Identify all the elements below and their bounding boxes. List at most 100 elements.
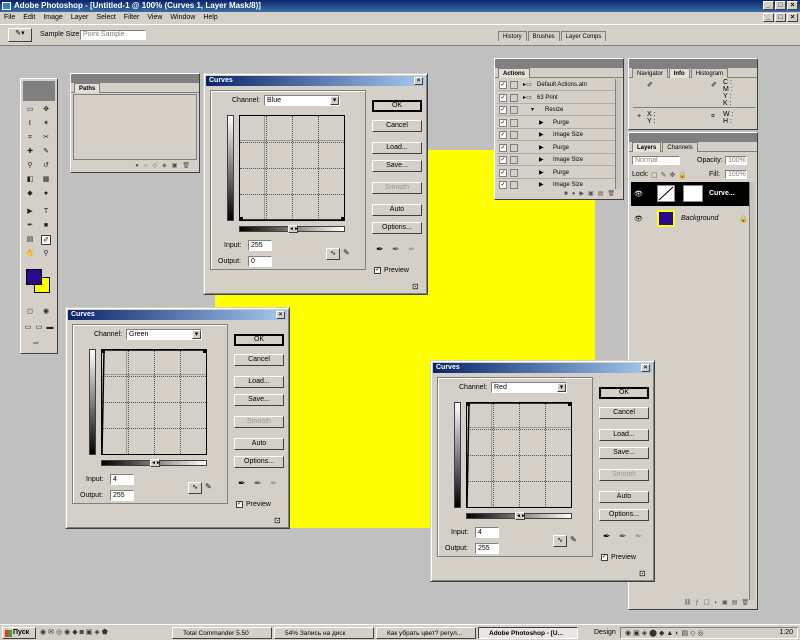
tab-actions[interactable]: Actions <box>498 68 531 78</box>
menu-select[interactable]: Select <box>92 12 119 24</box>
curve-graph[interactable] <box>101 349 207 455</box>
action-toggle-checkbox[interactable]: ✓ <box>499 81 507 89</box>
folder-icon[interactable]: ▸▭ <box>523 92 532 104</box>
doc-minimize-button[interactable]: _ <box>763 13 774 22</box>
action-toggle-checkbox[interactable]: ✓ <box>499 181 507 189</box>
screen-mode-full-menu-icon[interactable]: ▭ <box>34 323 44 333</box>
type-tool-icon[interactable]: T <box>41 207 51 217</box>
taskbar-item-disc-burning[interactable]: 54% Запись на диск <box>274 627 374 639</box>
action-row[interactable]: ✓ ▶ Image Size <box>497 129 615 141</box>
crop-tool-icon[interactable]: ⌗ <box>25 133 35 143</box>
input-field[interactable]: 4 <box>475 527 499 538</box>
dialog-toggle-box[interactable] <box>510 131 518 139</box>
gradient-toggle-icon[interactable]: ◄► <box>515 512 526 520</box>
save-button[interactable]: Save... <box>599 447 649 459</box>
curve-graph[interactable] <box>239 115 345 221</box>
resize-grip-icon[interactable]: ⊡ <box>274 516 281 525</box>
action-row[interactable]: ✓ ▸▭ 63 Print <box>497 92 615 104</box>
action-row[interactable]: ✓ ▶ Purge <box>497 117 615 129</box>
dialog-close-button[interactable]: × <box>641 364 650 372</box>
white-eyedropper-icon[interactable]: ✒ <box>270 478 278 489</box>
gradient-toggle-icon[interactable]: ◄► <box>150 459 161 467</box>
tab-paths[interactable]: Paths <box>74 83 101 93</box>
minimize-button[interactable]: _ <box>763 1 774 10</box>
action-row[interactable]: ✓ ▸▭ Default Actions.atn <box>497 79 615 91</box>
history-brush-tool-icon[interactable]: ↺ <box>41 161 51 171</box>
dialog-close-button[interactable]: × <box>414 77 423 85</box>
white-eyedropper-icon[interactable]: ✒ <box>408 244 416 255</box>
menu-filter[interactable]: Filter <box>120 12 144 24</box>
lasso-tool-icon[interactable]: ℓ <box>25 119 35 129</box>
curve-point-tool-icon[interactable]: ∿ <box>326 248 340 260</box>
output-field[interactable]: 255 <box>475 543 499 554</box>
action-toggle-checkbox[interactable]: ✓ <box>499 106 507 114</box>
healing-brush-tool-icon[interactable]: ✚ <box>25 147 35 157</box>
actions-scrollbar[interactable] <box>615 79 621 189</box>
visibility-eye-icon[interactable]: 👁 <box>634 215 643 223</box>
gray-eyedropper-icon[interactable]: ✒ <box>392 244 400 255</box>
tab-navigator[interactable]: Navigator <box>632 68 668 78</box>
action-toggle-checkbox[interactable]: ✓ <box>499 131 507 139</box>
sample-size-select[interactable]: Point Sample <box>80 30 146 40</box>
preview-checkbox[interactable]: ✓ <box>236 501 243 508</box>
auto-button[interactable]: Auto <box>234 438 284 450</box>
load-button[interactable]: Load... <box>372 142 422 154</box>
preview-checkbox[interactable]: ✓ <box>374 267 381 274</box>
output-field[interactable]: 255 <box>110 490 134 501</box>
pencil-tool-icon[interactable]: ✎ <box>343 248 353 260</box>
auto-button[interactable]: Auto <box>372 204 422 216</box>
jump-to-imageready-icon[interactable]: ⇨ <box>31 339 41 349</box>
taskbar-item-total-commander[interactable]: Total Commander 5.50 <box>172 627 272 639</box>
cancel-button[interactable]: Cancel <box>234 354 284 366</box>
dialog-toggle-box[interactable] <box>510 168 518 177</box>
action-row[interactable]: ✓ ▶ Image Size <box>497 154 615 166</box>
curve-point-tool-icon[interactable]: ∿ <box>188 482 202 494</box>
eyedropper-tool-icon[interactable]: ✐ <box>41 235 51 245</box>
dodge-tool-icon[interactable]: ● <box>41 189 51 199</box>
action-toggle-checkbox[interactable]: ✓ <box>499 118 507 127</box>
standard-mode-icon[interactable]: ◻ <box>25 307 35 317</box>
slice-tool-icon[interactable]: ✂ <box>41 133 51 143</box>
smooth-button[interactable]: Smooth <box>234 416 284 428</box>
fill-field[interactable]: 100% <box>725 170 747 179</box>
input-field[interactable]: 4 <box>110 474 134 485</box>
tab-channels[interactable]: Channels <box>662 142 698 152</box>
clone-stamp-tool-icon[interactable]: ⚲ <box>25 161 35 171</box>
eraser-tool-icon[interactable]: ◧ <box>25 175 35 185</box>
maximize-button[interactable]: □ <box>775 1 786 10</box>
dialog-toggle-box[interactable] <box>510 118 518 127</box>
quick-launch-icons[interactable]: ◉✉◎◉◆◙▣◈⬟ <box>40 628 168 638</box>
dialog-toggle-box[interactable] <box>510 156 518 164</box>
well-tab-layer-comps[interactable]: Layer Comps <box>560 31 607 41</box>
chevron-down-icon[interactable]: ▾ <box>330 96 339 105</box>
lock-icons[interactable]: ▢✎✥🔒 <box>651 171 690 179</box>
menu-file[interactable]: File <box>0 12 19 24</box>
magic-wand-tool-icon[interactable]: ✶ <box>41 119 51 129</box>
white-eyedropper-icon[interactable]: ✒ <box>635 531 643 542</box>
gradient-tool-icon[interactable]: ▦ <box>41 175 51 185</box>
chevron-down-icon[interactable]: ▾ <box>557 383 566 392</box>
dialog-toggle-box[interactable] <box>510 143 518 152</box>
actions-list[interactable]: ✓ ▸▭ Default Actions.atn ✓ ▸▭ 63 Print ✓ ▾ Resiz… <box>497 79 615 189</box>
channel-select[interactable]: Blue ▾ <box>264 95 340 106</box>
input-field[interactable]: 255 <box>248 240 272 251</box>
pen-tool-icon[interactable]: ✒ <box>25 221 35 231</box>
blur-tool-icon[interactable]: ◆ <box>25 189 35 199</box>
actions-panel-footer-icons[interactable]: ■●▶▣▤🗑 <box>499 190 619 198</box>
well-tab-brushes[interactable]: Brushes <box>527 31 560 41</box>
visibility-eye-icon[interactable]: 👁 <box>634 190 643 198</box>
collapsed-triangle-icon[interactable]: ▶ <box>539 154 544 166</box>
path-selection-tool-icon[interactable]: ▶ <box>25 207 35 217</box>
paths-list[interactable] <box>73 94 197 160</box>
taskbar-item-browser[interactable]: Как убрать цвет? регул... <box>376 627 476 639</box>
save-button[interactable]: Save... <box>372 160 422 172</box>
menu-view[interactable]: View <box>143 12 166 24</box>
action-row[interactable]: ✓ ▶ Image Size <box>497 179 615 189</box>
options-button[interactable]: Options... <box>372 222 422 234</box>
load-button[interactable]: Load... <box>599 429 649 441</box>
quick-mask-mode-icon[interactable]: ◉ <box>41 307 51 317</box>
screen-mode-standard-icon[interactable]: ▭ <box>23 323 33 333</box>
gray-eyedropper-icon[interactable]: ✒ <box>254 478 262 489</box>
action-toggle-checkbox[interactable]: ✓ <box>499 156 507 164</box>
well-tab-history[interactable]: History <box>498 31 527 41</box>
